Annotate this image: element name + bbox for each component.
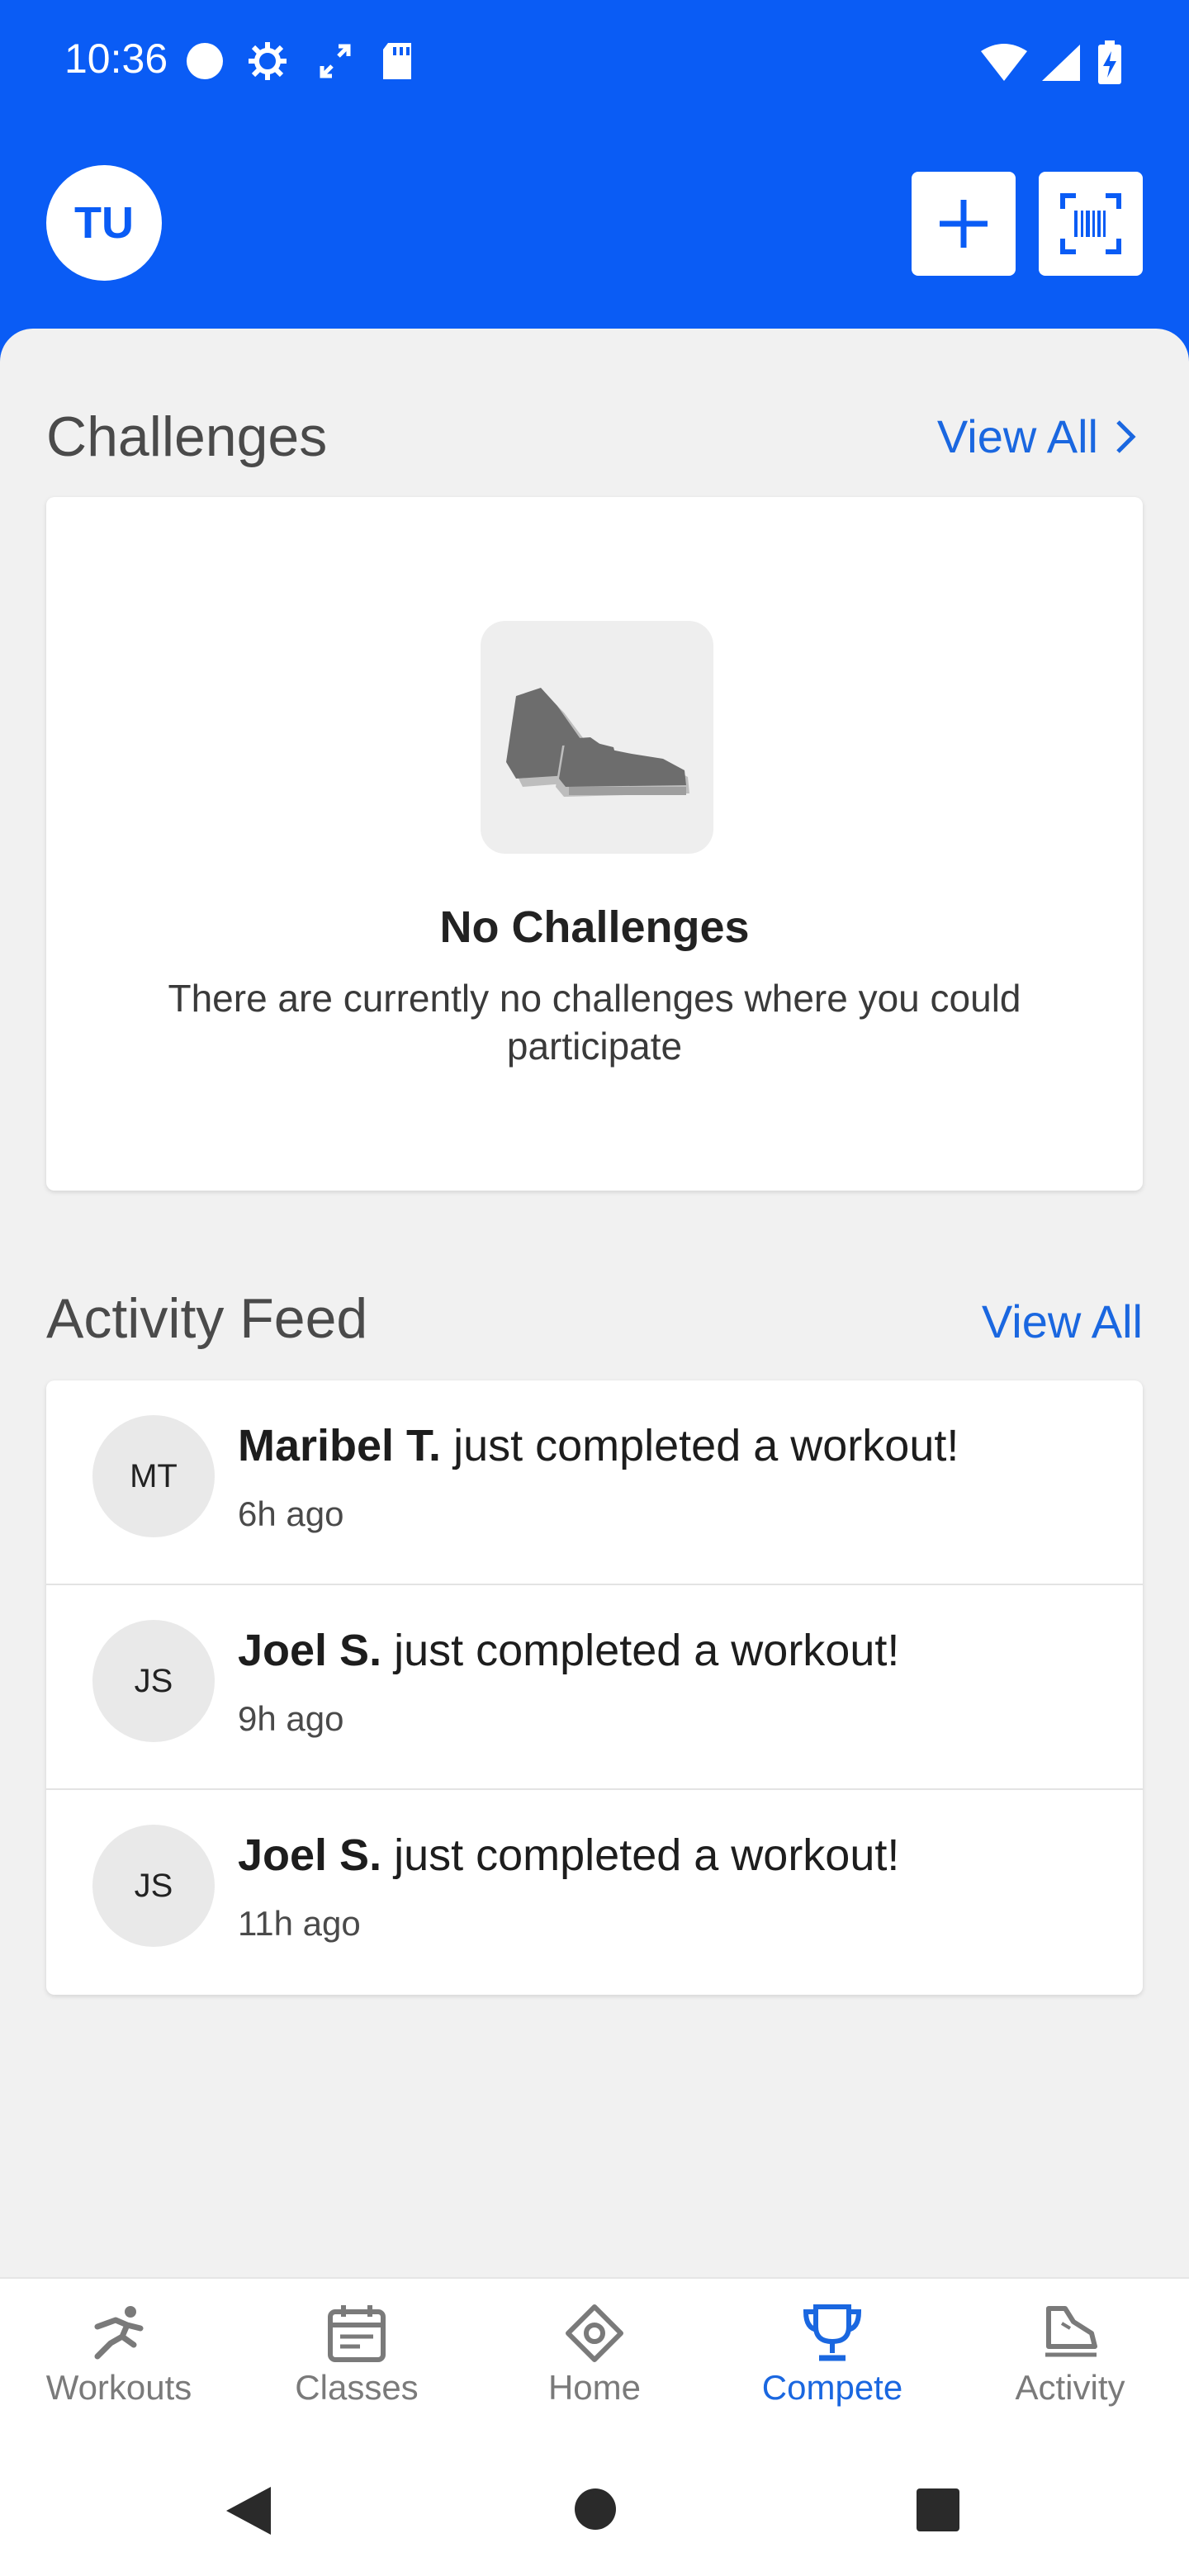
feed-item-name: Joel S.: [238, 1626, 382, 1675]
barcode-scan-icon: [1060, 193, 1121, 254]
feed-item-text: Joel S. just completed a workout!: [238, 1830, 899, 1881]
status-bar: 10:36: [0, 0, 1189, 124]
signal-icon: [1042, 45, 1080, 81]
home-circle-icon[interactable]: [573, 2487, 618, 2531]
content-sheet: Challenges View All No Challenges There …: [0, 329, 1189, 2277]
nav-classes[interactable]: Classes: [238, 2304, 476, 2408]
challenges-view-all-link[interactable]: View All: [937, 410, 1138, 463]
sneakers-illustration: [481, 621, 713, 854]
feed-item-action: just completed a workout!: [381, 1626, 900, 1675]
nav-activity-label: Activity: [1015, 2368, 1125, 2407]
sd-card-icon: [383, 43, 411, 79]
activity-feed-title: Activity Feed: [46, 1287, 368, 1350]
chevron-right-icon: [1116, 419, 1136, 453]
avatar: MT: [92, 1415, 215, 1537]
feed-item-action: just completed a workout!: [441, 1421, 959, 1470]
nav-workouts-label: Workouts: [45, 2368, 192, 2407]
settings-gear-icon: [249, 42, 287, 80]
plus-icon: [940, 200, 988, 248]
notification-dot-icon: [187, 43, 223, 79]
activity-feed-view-all-link[interactable]: View All: [982, 1295, 1143, 1348]
wifi-icon: [981, 44, 1027, 81]
running-person-icon: [94, 2306, 144, 2360]
activity-feed-list: MT Maribel T. just completed a workout! …: [46, 1380, 1143, 1995]
feed-item-name: Maribel T.: [238, 1421, 442, 1470]
feed-item-action: just completed a workout!: [381, 1830, 900, 1880]
feed-item-time: 9h ago: [238, 1699, 344, 1738]
profile-avatar[interactable]: TU: [46, 165, 162, 281]
app-header: 10:36 TU: [0, 0, 1189, 363]
challenges-title: Challenges: [46, 405, 328, 468]
feed-item-text: Maribel T. just completed a workout!: [238, 1420, 959, 1471]
avatar: JS: [92, 1825, 215, 1947]
nav-classes-label: Classes: [295, 2368, 419, 2407]
avatar: JS: [92, 1620, 215, 1742]
nav-home[interactable]: Home: [476, 2304, 713, 2408]
back-triangle-icon[interactable]: [223, 2484, 274, 2538]
feed-item-time: 6h ago: [238, 1494, 344, 1533]
home-diamond-icon: [566, 2304, 623, 2362]
calendar-icon: [328, 2305, 386, 2362]
status-time: 10:36: [64, 36, 168, 82]
empty-state-title: No Challenges: [439, 902, 750, 952]
nav-activity[interactable]: Activity: [951, 2304, 1189, 2408]
nav-workouts[interactable]: Workouts: [0, 2304, 238, 2408]
recents-square-icon[interactable]: [915, 2487, 961, 2533]
scan-barcode-button[interactable]: [1039, 172, 1143, 276]
activity-feed-view-all-label: View All: [981, 1295, 1143, 1347]
feed-item-text: Joel S. just completed a workout!: [238, 1625, 899, 1676]
feed-item[interactable]: JS Joel S. just completed a workout! 9h …: [46, 1585, 1143, 1790]
shoe-icon: [1045, 2306, 1097, 2357]
add-button[interactable]: [912, 172, 1016, 276]
challenges-view-all-label: View All: [936, 410, 1098, 462]
system-navigation-bar: [0, 2442, 1189, 2576]
challenges-empty-card: No Challenges There are currently no cha…: [46, 497, 1143, 1191]
nav-compete-label: Compete: [761, 2368, 903, 2407]
sync-arrows-icon: [320, 44, 351, 78]
nav-home-label: Home: [547, 2368, 642, 2407]
nav-compete[interactable]: Compete: [713, 2304, 951, 2408]
bottom-navigation: Workouts Classes Home Compete Activity: [0, 2277, 1189, 2442]
battery-charging-icon: [1098, 40, 1121, 84]
empty-state-description: There are currently no challenges where …: [168, 977, 1021, 1068]
feed-item[interactable]: MT Maribel T. just completed a workout! …: [46, 1380, 1143, 1585]
trophy-icon: [803, 2304, 862, 2361]
feed-item-time: 11h ago: [238, 1904, 361, 1943]
sneakers-icon: [506, 688, 689, 797]
feed-item[interactable]: JS Joel S. just completed a workout! 11h…: [46, 1790, 1143, 1995]
feed-item-name: Joel S.: [238, 1830, 382, 1880]
